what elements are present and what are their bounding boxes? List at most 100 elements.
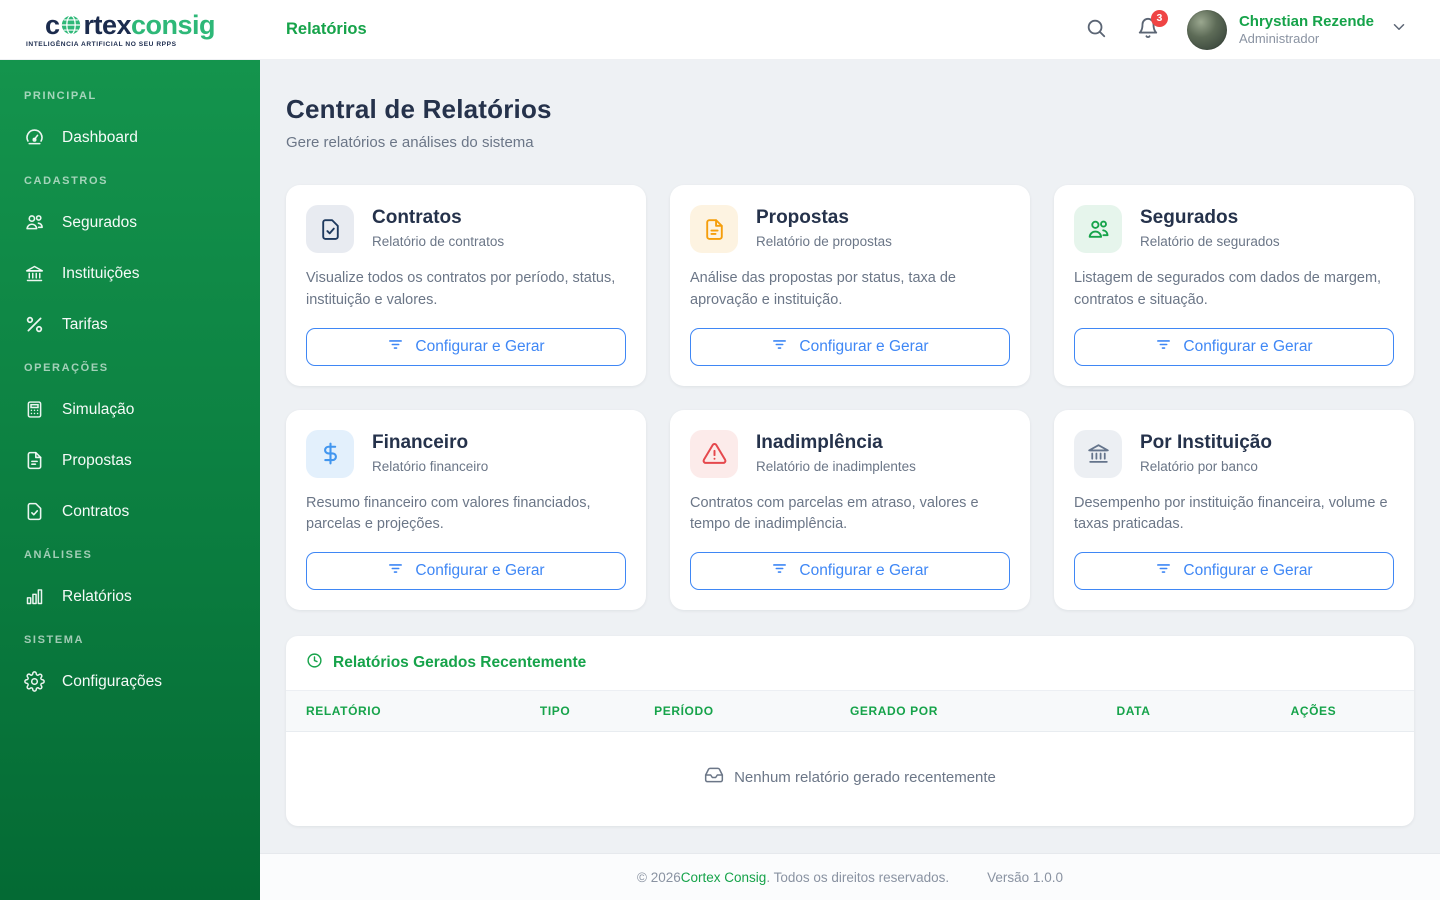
sidebar-item-label: Contratos: [62, 502, 130, 520]
sidebar-item-dashboard[interactable]: Dashboard: [0, 112, 260, 163]
sidebar-item-propostas[interactable]: Propostas: [0, 435, 260, 486]
report-cards-grid: Contratos Relatório de contratos Visuali…: [286, 185, 1414, 610]
search-icon: [1085, 17, 1107, 42]
sidebar-item-label: Tarifas: [62, 315, 108, 333]
user-menu[interactable]: Chrystian Rezende Administrador: [1186, 9, 1408, 50]
gauge-icon: [24, 127, 45, 148]
sidebar-section-label: PRINCIPAL: [24, 90, 97, 102]
sidebar-item-label: Configurações: [62, 672, 162, 690]
card-description: Análise das propostas por status, taxa d…: [690, 270, 956, 308]
top-header: c rtex consig INTELIGÊNCIA ARTIFICIAL NO S…: [0, 0, 1440, 60]
configure-generate-button[interactable]: Configurar e Gerar: [690, 552, 1010, 590]
search-button[interactable]: [1083, 17, 1109, 43]
sidebar-section-label: SISTEMA: [24, 634, 85, 646]
main-area: Central de Relatórios Gere relatórios e …: [260, 60, 1440, 900]
footer-rights: . Todos os direitos reservados.: [766, 869, 950, 885]
filter-icon: [771, 560, 788, 582]
filter-icon: [387, 336, 404, 358]
filter-icon: [387, 560, 404, 582]
sidebar-nav: PRINCIPAL Dashboard CADASTROS Segurados …: [0, 60, 260, 900]
logo-text-cortex-rest: rtex: [83, 9, 132, 40]
table-empty-text: Nenhum relatório gerado recentemente: [734, 768, 996, 786]
configure-generate-button[interactable]: Configurar e Gerar: [1074, 552, 1394, 590]
filter-icon: [1155, 336, 1172, 358]
logo-tagline: INTELIGÊNCIA ARTIFICIAL NO SEU RPPS: [26, 40, 177, 48]
button-label: Configurar e Gerar: [415, 337, 545, 355]
recent-reports-panel: Relatórios Gerados Recentemente RELATÓRI…: [286, 636, 1414, 826]
user-name: Chrystian Rezende: [1238, 12, 1374, 30]
dollar-icon: [306, 429, 354, 478]
sidebar-item-simulacao[interactable]: Simulação: [0, 384, 260, 435]
report-card: Financeiro Relatório financeiro Resumo f…: [286, 409, 646, 610]
card-subtitle: Relatório por banco: [1140, 458, 1258, 474]
sidebar-section-label: OPERAÇÕES: [24, 362, 109, 374]
report-card: Por Instituição Relatório por banco Dese…: [1054, 409, 1414, 610]
notifications-button[interactable]: 3: [1135, 9, 1168, 43]
card-description: Listagem de segurados com dados de marge…: [1074, 270, 1382, 308]
sidebar-item-label: Segurados: [62, 213, 137, 231]
button-label: Configurar e Gerar: [799, 562, 929, 579]
sidebar-item-contratos[interactable]: Contratos: [0, 486, 260, 537]
page-subtitle: Gere relatórios e análises do sistema: [286, 134, 534, 151]
recent-reports-header: Relatórios Gerados Recentemente: [286, 636, 1414, 691]
table-empty-state: Nenhum relatório gerado recentemente: [286, 732, 1414, 826]
file-check-icon: [24, 501, 45, 522]
bank-icon: [1074, 429, 1122, 478]
header-actions: 3 Chrystian Rezende Administrador: [1083, 9, 1440, 50]
column-header: GERADO POR: [849, 704, 938, 718]
avatar: [1186, 9, 1227, 50]
clock-icon: [306, 652, 323, 674]
sidebar-item-tarifas[interactable]: Tarifas: [0, 299, 260, 350]
card-subtitle: Relatório de inadimplentes: [756, 458, 916, 474]
sidebar-item-relatorios[interactable]: Relatórios: [0, 571, 260, 622]
footer-brand: Cortex Consig: [680, 869, 767, 885]
user-role: Administrador: [1238, 31, 1320, 47]
configure-generate-button[interactable]: Configurar e Gerar: [306, 552, 626, 590]
users-icon: [24, 212, 45, 233]
button-label: Configurar e Gerar: [1183, 337, 1313, 355]
button-label: Configurar e Gerar: [1183, 562, 1313, 579]
file-check-icon: [306, 205, 354, 253]
sidebar-section-label: ANÁLISES: [24, 549, 93, 561]
card-title: Contratos: [372, 207, 462, 228]
sidebar-item-configuracoes[interactable]: Configurações: [0, 656, 260, 707]
card-title: Financeiro: [372, 431, 469, 453]
card-subtitle: Relatório de propostas: [756, 234, 892, 249]
configure-generate-button[interactable]: Configurar e Gerar: [306, 327, 626, 366]
report-card: Inadimplência Relatório de inadimplentes…: [670, 409, 1030, 610]
configure-generate-button[interactable]: Configurar e Gerar: [1074, 327, 1394, 366]
button-label: Configurar e Gerar: [415, 562, 545, 579]
column-header: AÇÕES: [1290, 704, 1337, 718]
gear-icon: [24, 671, 45, 692]
footer-version: Versão 1.0.0: [987, 869, 1063, 885]
report-card: Segurados Relatório de segurados Listage…: [1054, 185, 1414, 386]
calculator-icon: [24, 399, 45, 420]
footer-copyright-prefix: © 2026: [637, 869, 681, 885]
users-icon: [1074, 205, 1122, 253]
file-text-icon: [24, 450, 45, 471]
logo-text-cortex: c: [44, 9, 60, 40]
card-subtitle: Relatório de contratos: [372, 234, 505, 249]
report-card: Contratos Relatório de contratos Visuali…: [286, 185, 646, 386]
sidebar-item-label: Relatórios: [62, 587, 132, 605]
card-description: Resumo financeiro com valores financiado…: [306, 494, 591, 533]
column-header: PERÍODO: [654, 704, 714, 718]
notification-badge: 3: [1150, 9, 1168, 27]
card-subtitle: Relatório financeiro: [372, 458, 489, 474]
footer: © 2026 Cortex Consig . Todos os direitos…: [260, 853, 1440, 900]
card-description: Desempenho por instituição financeira, v…: [1074, 494, 1388, 533]
brand-logo[interactable]: c rtex consig INTELIGÊNCIA ARTIFICIAL NO S…: [0, 9, 260, 48]
button-label: Configurar e Gerar: [799, 337, 929, 355]
card-description: Visualize todos os contratos por período…: [306, 270, 616, 308]
sidebar-item-label: Simulação: [62, 400, 135, 418]
card-title: Propostas: [756, 207, 849, 228]
recent-reports-title: Relatórios Gerados Recentemente: [333, 654, 587, 671]
filter-icon: [771, 336, 788, 358]
report-card: Propostas Relatório de propostas Análise…: [670, 185, 1030, 386]
filter-icon: [1155, 560, 1172, 582]
sidebar-item-segurados[interactable]: Segurados: [0, 197, 260, 248]
sidebar-item-instituicoes[interactable]: Instituições: [0, 248, 260, 299]
configure-generate-button[interactable]: Configurar e Gerar: [690, 327, 1010, 366]
card-title: Inadimplência: [756, 431, 883, 453]
bank-icon: [24, 263, 45, 284]
